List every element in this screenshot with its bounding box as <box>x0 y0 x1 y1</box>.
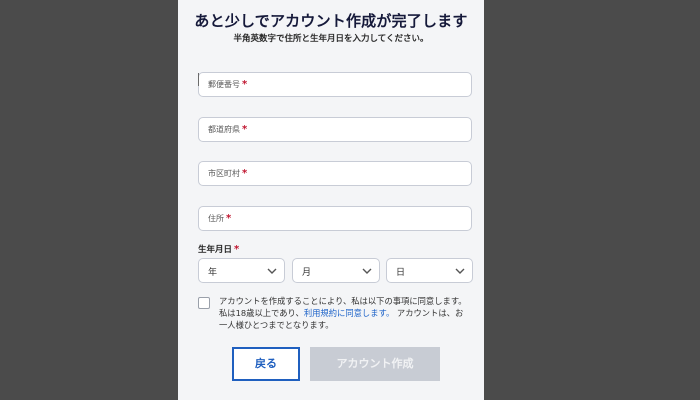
address-placeholder: 住所 * <box>208 213 232 224</box>
postal-code-placeholder: 郵便番号 * <box>208 79 248 90</box>
chevron-down-icon <box>455 268 465 274</box>
dialog-subtitle: 半角英数字で住所と生年月日を入力してください。 <box>233 34 429 44</box>
consent-text: アカウントを作成することにより、私は以下の事項に同意します。私は18歳以上であり… <box>219 296 467 330</box>
birth-day-value: 日 <box>396 268 406 278</box>
birth-year-select[interactable]: 年 <box>198 258 285 283</box>
create-account-button: アカウント作成 <box>310 347 440 381</box>
signup-dialog: あと少しでアカウント作成が完了します 半角英数字で住所と生年月日を入力してくださ… <box>178 0 484 400</box>
postal-code-field[interactable]: 郵便番号 * <box>198 72 472 97</box>
required-mark: * <box>226 213 232 224</box>
city-field[interactable]: 市区町村 * <box>198 161 472 186</box>
birthdate-label: 生年月日 * <box>198 244 240 255</box>
address-field[interactable]: 住所 * <box>198 206 472 231</box>
dialog-title: あと少しでアカウント作成が完了します <box>194 12 468 30</box>
back-button[interactable]: 戻る <box>232 347 300 381</box>
text-cursor <box>198 73 199 86</box>
birth-month-value: 月 <box>302 268 312 278</box>
required-mark: * <box>242 124 248 135</box>
required-mark: * <box>242 168 248 179</box>
birth-year-value: 年 <box>208 268 218 278</box>
birth-day-select[interactable]: 日 <box>386 258 473 283</box>
terms-link[interactable]: 利用規約に同意します。 <box>304 308 394 318</box>
chevron-down-icon <box>362 268 372 274</box>
birth-month-select[interactable]: 月 <box>292 258 380 283</box>
prefecture-placeholder: 都道府県 * <box>208 124 248 135</box>
consent-checkbox[interactable] <box>198 297 210 309</box>
required-mark: * <box>234 244 240 255</box>
required-mark: * <box>242 79 248 90</box>
city-placeholder: 市区町村 * <box>208 168 248 179</box>
chevron-down-icon <box>267 268 277 274</box>
prefecture-field[interactable]: 都道府県 * <box>198 117 472 142</box>
